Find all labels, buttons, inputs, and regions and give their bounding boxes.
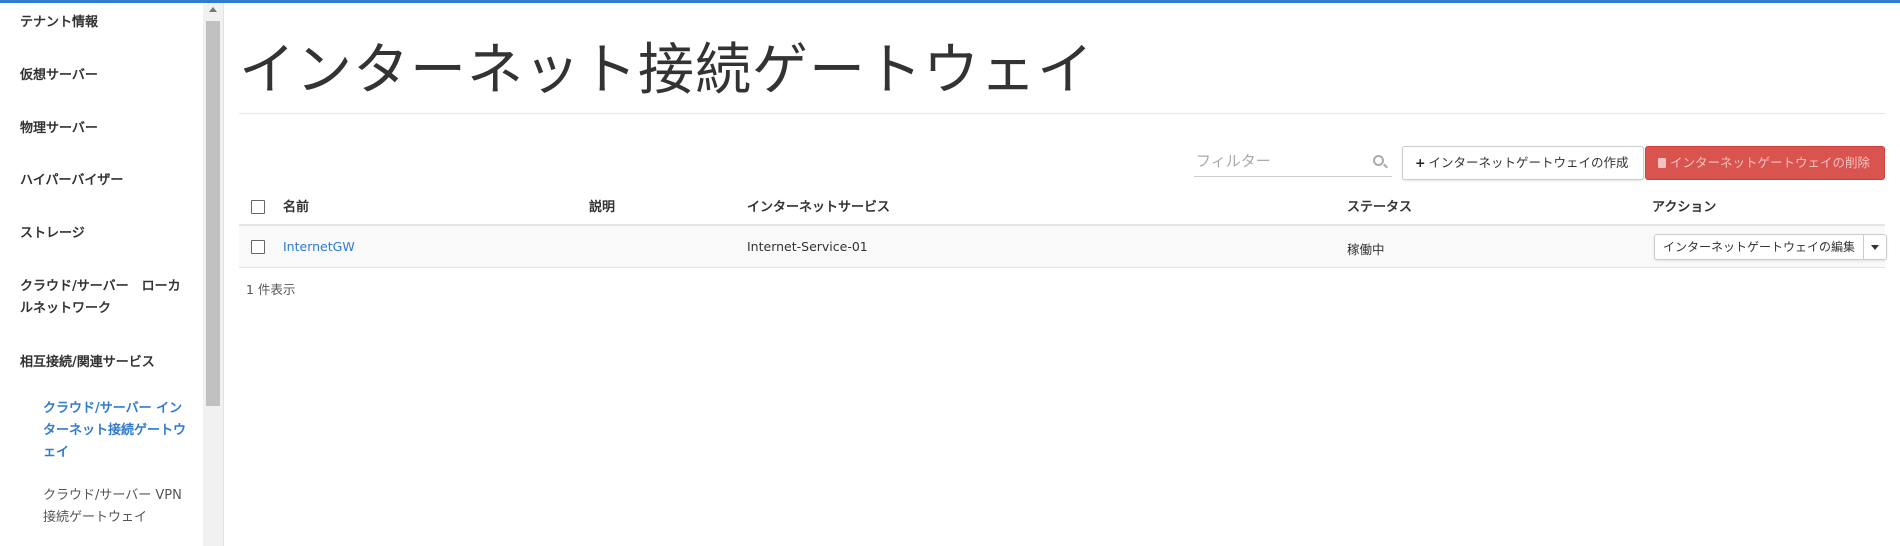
column-header-action: アクション [1652,200,1717,215]
sidebar-subitem-label: ターネット接続ゲートウ [43,423,187,438]
sidebar-item-local-network[interactable]: クラウド/サーバー ローカ ルネットワーク [20,276,181,320]
filter-box [1194,147,1392,177]
delete-gateway-label: インターネットゲートウェイの削除 [1670,155,1871,170]
sidebar-item-label: クラウド/サーバー ローカ [20,279,181,294]
row-checkbox[interactable] [251,240,265,254]
search-icon[interactable] [1373,155,1384,166]
page-title: インターネット接続ゲートウェイ [239,38,1094,103]
scrollbar-thumb[interactable] [206,21,220,406]
sidebar-item-hypervisor[interactable]: ハイパーバイザー [20,170,123,192]
plus-icon: + [1415,155,1426,170]
edit-gateway-button[interactable]: インターネットゲートウェイの編集 [1655,235,1865,259]
sidebar-subitem-label: ェイ [43,445,70,460]
column-header-status[interactable]: ステータス [1347,196,1412,215]
sidebar-subitem-label: 接続ゲートウェイ [43,510,148,525]
sidebar-item-physical-server[interactable]: 物理サーバー [20,118,98,140]
create-gateway-label: インターネットゲートウェイの作成 [1428,155,1629,170]
column-header-name[interactable]: 名前 [283,196,309,215]
sidebar-item-label: ルネットワーク [20,301,112,316]
trash-icon [1658,158,1666,168]
sidebar-item-interconnect[interactable]: 相互接続/関連サービス [20,352,155,374]
sidebar-item-tenant[interactable]: テナント情報 [20,12,98,34]
title-divider [239,113,1885,114]
column-header-internet-service[interactable]: インターネットサービス [747,196,890,215]
sidebar-scrollbar[interactable] [203,3,223,546]
select-all-checkbox[interactable] [251,200,265,214]
gateway-internet-service: Internet-Service-01 [747,239,868,254]
sidebar-subitem-internet-gateway[interactable]: クラウド/サーバー イン ターネット接続ゲートウ ェイ [43,398,186,464]
column-header-description[interactable]: 説明 [589,196,615,215]
create-gateway-button[interactable]: + インターネットゲートウェイの作成 [1402,146,1644,180]
gateway-status: 稼働中 [1347,242,1385,257]
gateway-table: 名前 説明 インターネットサービス ステータス アクション InternetGW… [239,188,1888,268]
table-header: 名前 説明 インターネットサービス ステータス アクション [239,188,1885,226]
main-content: インターネット接続ゲートウェイ +インターネットゲートウェイの作成 インターネッ… [224,3,1900,546]
sidebar: テナント情報 仮想サーバー 物理サーバー ハイパーバイザー ストレージ クラウド… [0,3,203,546]
sidebar-item-virtual-server[interactable]: 仮想サーバー [20,65,98,87]
sidebar-subitem-vpn-gateway[interactable]: クラウド/サーバー VPN 接続ゲートウェイ [43,485,182,529]
gateway-name-link[interactable]: InternetGW [283,239,355,254]
item-count: 1 件表示 [246,282,296,297]
sidebar-item-storage[interactable]: ストレージ [20,223,85,245]
sidebar-subitem-label: クラウド/サーバー イン [43,401,183,416]
row-action-group: インターネットゲートウェイの編集 [1654,234,1888,260]
delete-gateway-button[interactable]: インターネットゲートウェイの削除 [1645,146,1885,180]
chevron-down-icon[interactable] [1864,235,1886,259]
scroll-up-arrow-icon[interactable] [209,7,217,12]
filter-input[interactable] [1194,147,1364,175]
table-row: InternetGW Internet-Service-01 稼働中 インターネ… [239,226,1888,268]
sidebar-subitem-label: クラウド/サーバー VPN [43,488,182,503]
